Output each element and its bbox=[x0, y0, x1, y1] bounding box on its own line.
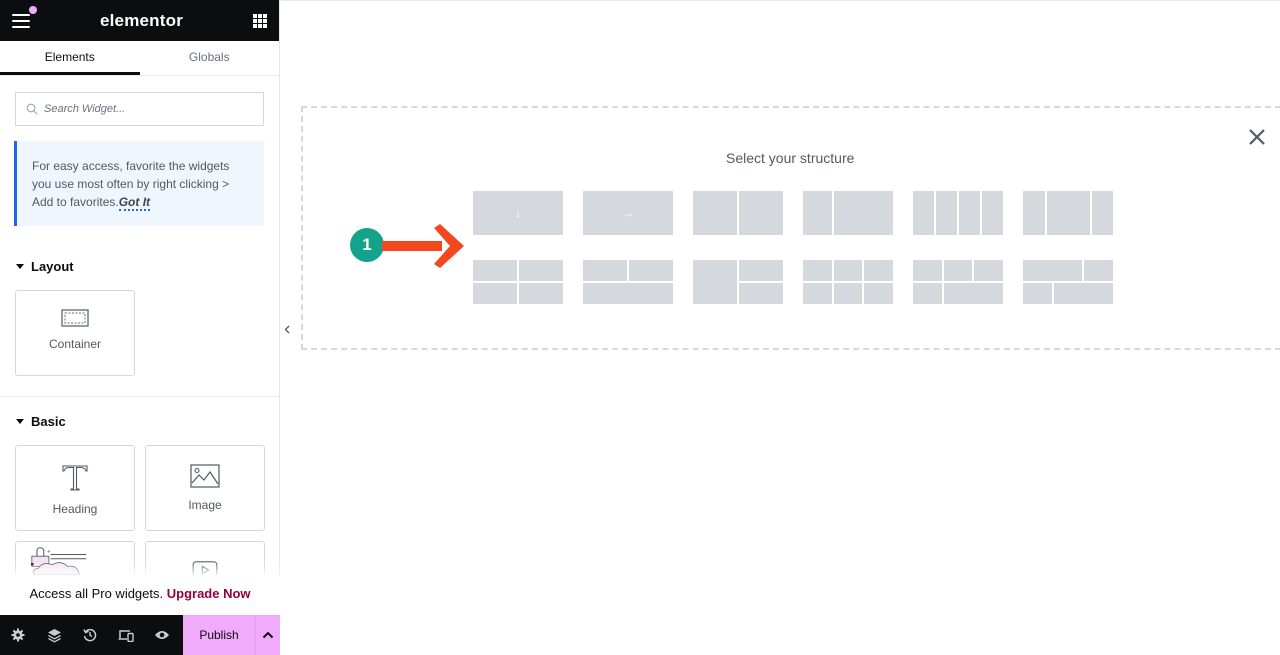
image-icon bbox=[190, 464, 220, 488]
svg-text:+: + bbox=[47, 550, 51, 556]
widget-image[interactable]: Image bbox=[145, 445, 265, 531]
layers-icon bbox=[47, 628, 61, 643]
editor-panel: elementor Elements Globals For easy acce… bbox=[0, 0, 280, 655]
preset-three-over-one-plus-two[interactable] bbox=[913, 260, 1003, 304]
widget-label: Heading bbox=[52, 502, 98, 516]
section-basic-toggle[interactable]: Basic bbox=[0, 414, 66, 429]
panel-header: elementor bbox=[0, 0, 279, 41]
menu-icon[interactable] bbox=[12, 5, 37, 28]
favorites-notice: For easy access, favorite the widgets yo… bbox=[14, 141, 264, 226]
search-widget-input[interactable] bbox=[44, 103, 244, 115]
widget-container[interactable]: Container bbox=[15, 290, 135, 376]
section-layout-toggle[interactable]: Layout bbox=[0, 259, 74, 274]
preview-icon bbox=[155, 631, 169, 639]
canvas-top-border bbox=[281, 0, 1280, 1]
arrow-right-icon: → bbox=[583, 191, 673, 235]
arrow-down-icon: ↓ bbox=[473, 191, 563, 235]
panel-tabs: Elements Globals bbox=[0, 41, 279, 76]
history-icon bbox=[83, 628, 97, 642]
structure-title: Select your structure bbox=[726, 150, 855, 166]
close-icon[interactable] bbox=[1247, 127, 1267, 147]
search-icon bbox=[26, 103, 38, 115]
responsive-mode-button[interactable] bbox=[108, 615, 144, 655]
elementor-logo: elementor bbox=[99, 10, 184, 30]
panel-footer: Publish bbox=[0, 615, 280, 655]
preset-two-over-two-offset[interactable] bbox=[1023, 260, 1113, 304]
annotation-step-badge: 1 bbox=[350, 228, 384, 262]
search-box bbox=[15, 92, 264, 126]
preset-grid-3x2[interactable] bbox=[803, 260, 893, 304]
promo-text: Access all Pro widgets. bbox=[29, 586, 167, 601]
preset-one-third-two-thirds[interactable] bbox=[803, 191, 893, 235]
preset-flexbox-column[interactable]: ↓ bbox=[473, 191, 563, 235]
section-basic-title: Basic bbox=[31, 414, 66, 429]
container-icon bbox=[61, 309, 89, 327]
preset-one-beside-two-stacked[interactable] bbox=[693, 260, 783, 304]
navigator-button[interactable] bbox=[36, 615, 72, 655]
chevron-left-icon bbox=[284, 325, 290, 333]
history-button[interactable] bbox=[72, 615, 108, 655]
preset-flexbox-row[interactable]: → bbox=[583, 191, 673, 235]
settings-icon bbox=[11, 628, 25, 642]
heading-icon bbox=[62, 465, 88, 491]
tab-globals[interactable]: Globals bbox=[140, 41, 280, 75]
tab-elements[interactable]: Elements bbox=[0, 41, 140, 75]
chevron-up-icon bbox=[262, 631, 274, 639]
widget-label: Container bbox=[48, 337, 102, 351]
preset-quarter-half-quarter[interactable] bbox=[1023, 191, 1113, 235]
preset-grid-2x2[interactable] bbox=[473, 260, 563, 304]
notification-dot bbox=[29, 5, 37, 14]
publish-button[interactable]: Publish bbox=[183, 615, 255, 655]
section-divider bbox=[0, 396, 280, 397]
section-layout-title: Layout bbox=[31, 259, 74, 274]
collapse-panel-toggle[interactable] bbox=[280, 305, 294, 353]
widget-heading[interactable]: Heading bbox=[15, 445, 135, 531]
upgrade-now-link[interactable]: Upgrade Now bbox=[167, 586, 251, 601]
preset-two-over-one[interactable] bbox=[583, 260, 673, 304]
widgets-grid-icon[interactable] bbox=[253, 13, 267, 28]
responsive-icon bbox=[118, 629, 134, 642]
preset-four-columns[interactable] bbox=[913, 191, 1003, 235]
annotation-arrow-icon bbox=[382, 224, 464, 268]
got-it-link[interactable]: Got It bbox=[118, 195, 151, 211]
pro-promo-bar: Access all Pro widgets. Upgrade Now bbox=[0, 575, 280, 615]
caret-down-icon bbox=[16, 264, 24, 269]
publish-options-button[interactable] bbox=[255, 615, 280, 655]
caret-down-icon bbox=[16, 419, 24, 424]
preset-two-columns[interactable] bbox=[693, 191, 783, 235]
widget-label: Image bbox=[188, 498, 222, 512]
preview-button[interactable] bbox=[144, 615, 180, 655]
settings-button[interactable] bbox=[0, 615, 36, 655]
